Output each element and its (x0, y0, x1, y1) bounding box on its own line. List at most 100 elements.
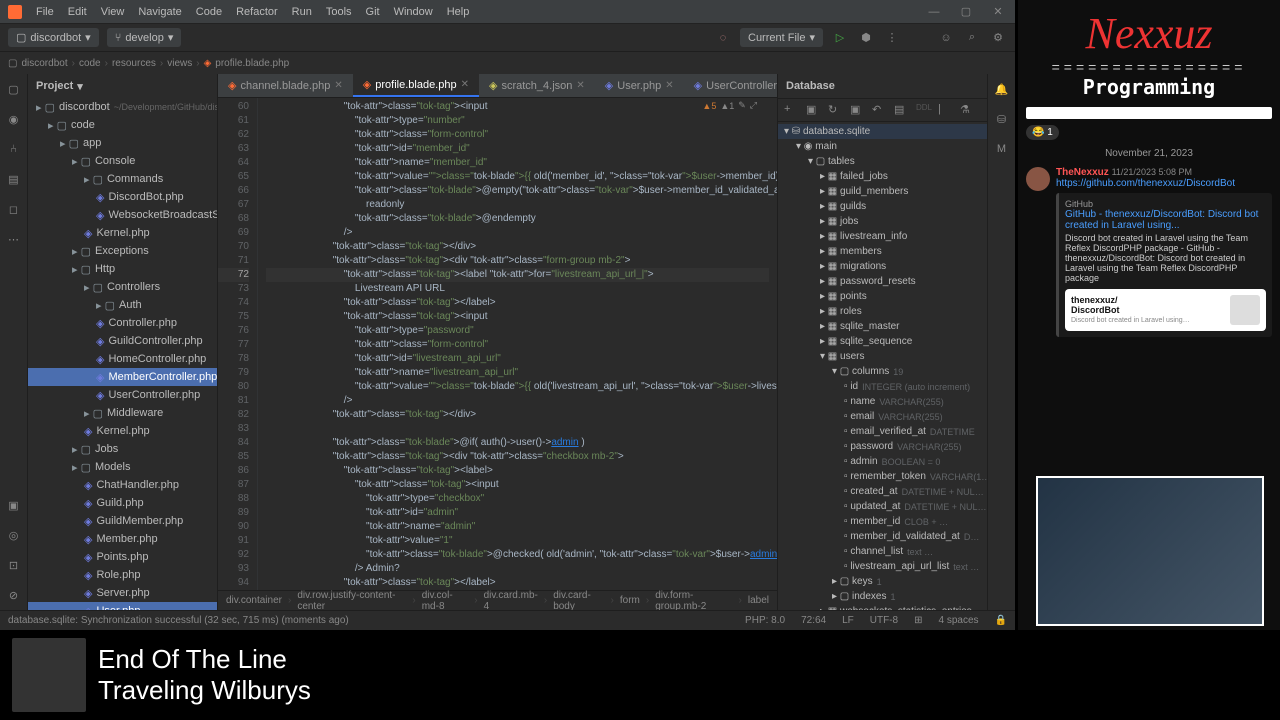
tree-item[interactable]: ◈Role.php (28, 566, 217, 584)
search-icon[interactable]: ⌕ (963, 29, 981, 47)
status-encoding[interactable]: UTF-8 (870, 615, 898, 626)
tree-item[interactable]: ▸ ▢Auth (28, 296, 217, 314)
add-datasource-icon[interactable]: + (784, 103, 798, 117)
tree-item[interactable]: ◈Points.php (28, 548, 217, 566)
db-tree-item[interactable]: ▸ ▦ password_resets (778, 274, 987, 289)
debug-icon[interactable]: ⬢ (857, 29, 875, 47)
typo-icon[interactable]: ✎ (738, 100, 746, 111)
bookmarks-icon[interactable]: ◻ (5, 200, 23, 218)
terminal-icon[interactable]: ▣ (5, 496, 23, 514)
pull-requests-icon[interactable]: ⑃ (5, 140, 23, 158)
tree-item[interactable]: ◈GuildController.php (28, 332, 217, 350)
stop-icon[interactable]: ▣ (850, 103, 864, 117)
project-selector[interactable]: ▢ discordbot ▾ (8, 28, 99, 47)
tree-item[interactable]: ◈UserController.php (28, 386, 217, 404)
db-tree-item[interactable]: ▫ passwordVARCHAR(255) (778, 439, 987, 454)
db-tree-item[interactable]: ▸ ▦ points (778, 289, 987, 304)
db-tree-item[interactable]: ▫ member_idCLOB + … (778, 514, 987, 529)
menu-window[interactable]: Window (394, 6, 433, 18)
db-tree-item[interactable]: ▸ ▦ jobs (778, 214, 987, 229)
revert-icon[interactable]: ↶ (872, 103, 886, 117)
notifications-icon[interactable]: 🔔 (993, 80, 1011, 98)
tree-item[interactable]: ◈DiscordBot.php (28, 188, 217, 206)
structure-icon[interactable]: ▤ (5, 170, 23, 188)
tree-item[interactable]: ▸ ▢Models (28, 458, 217, 476)
tab-close-icon[interactable]: ✕ (665, 80, 673, 91)
problems-icon[interactable]: ⊘ (5, 586, 23, 604)
tree-item[interactable]: ▸ ▢Jobs (28, 440, 217, 458)
menu-code[interactable]: Code (196, 6, 222, 18)
db-tree-item[interactable]: ▾ ⛁ database.sqlite (778, 124, 987, 139)
tree-item[interactable]: ▸ ▢Exceptions (28, 242, 217, 260)
warning-icon[interactable]: ▲5 (702, 101, 716, 111)
db-tree-item[interactable]: ▫ created_atDATETIME + NUL… (778, 484, 987, 499)
db-tree-item[interactable]: ▾ ▢ tables (778, 154, 987, 169)
db-tree-item[interactable]: ▫ idINTEGER (auto increment) (778, 379, 987, 394)
menu-help[interactable]: Help (447, 6, 470, 18)
minimize-icon[interactable]: — (925, 5, 943, 19)
run-config-selector[interactable]: Current File ▾ (740, 28, 823, 47)
duplicate-icon[interactable]: ▣ (806, 103, 820, 117)
tree-item[interactable]: ▸ ▢Http (28, 260, 217, 278)
editor-tab[interactable]: ◈scratch_4.json✕ (479, 74, 595, 97)
codewithme-icon[interactable]: ☺ (937, 29, 955, 47)
menu-file[interactable]: File (36, 6, 54, 18)
db-tree-item[interactable]: ▫ updated_atDATETIME + NUL… (778, 499, 987, 514)
tree-item[interactable]: ▸ ▢Console (28, 152, 217, 170)
db-tree-item[interactable]: ▸ ▢ keys1 (778, 574, 987, 589)
db-tree-item[interactable]: ▸ ▦ roles (778, 304, 987, 319)
db-tree-item[interactable]: ▫ nameVARCHAR(255) (778, 394, 987, 409)
menu-navigate[interactable]: Navigate (138, 6, 181, 18)
menu-tools[interactable]: Tools (326, 6, 352, 18)
tree-item[interactable]: ▸ ▢Commands (28, 170, 217, 188)
code-editor[interactable]: 6061626364656667686970717273747576777879… (218, 98, 777, 590)
editor-tab[interactable]: ◈User.php✕ (595, 74, 684, 97)
db-tree-item[interactable]: ▫ email_verified_atDATETIME (778, 424, 987, 439)
menu-edit[interactable]: Edit (68, 6, 87, 18)
vcs-icon[interactable]: ◎ (5, 526, 23, 544)
database-tree[interactable]: ▾ ⛁ database.sqlite▾ ◉ main▾ ▢ tables▸ ▦… (778, 122, 987, 610)
tree-item[interactable]: ▸ ▢code (28, 116, 217, 134)
project-panel-header[interactable]: Project ▾ (28, 74, 217, 98)
tree-item[interactable]: ◈Controller.php (28, 314, 217, 332)
tree-item[interactable]: ◈Member.php (28, 530, 217, 548)
db-tree-item[interactable]: ▫ livestream_api_url_listtext … (778, 559, 987, 574)
expand-icon[interactable]: ⤢ (750, 100, 757, 111)
project-tree[interactable]: ▸ ▢discordbot~/Development/GitHub/disco▸… (28, 98, 217, 610)
tree-item[interactable]: ▸ ▢discordbot~/Development/GitHub/disco (28, 98, 217, 116)
refresh-icon[interactable]: ↻ (828, 103, 842, 117)
database-panel-header[interactable]: Database (778, 74, 987, 98)
readonly-icon[interactable]: 🔒 (995, 615, 1007, 626)
status-php[interactable]: PHP: 8.0 (745, 615, 785, 626)
status-caret-pos[interactable]: 72:64 (801, 615, 826, 626)
tree-item[interactable]: ◈Kernel.php (28, 224, 217, 242)
tab-close-icon[interactable]: ✕ (461, 79, 469, 90)
tree-item[interactable]: ◈Kernel.php (28, 422, 217, 440)
weak-warning-icon[interactable]: ▲1 (720, 101, 734, 111)
db-tree-item[interactable]: ▫ adminBOOLEAN = 0 (778, 454, 987, 469)
editor-tab[interactable]: ◈channel.blade.php✕ (218, 74, 353, 97)
tree-item[interactable]: ◈WebsocketBroadcastServer (28, 206, 217, 224)
tab-close-icon[interactable]: ✕ (334, 80, 342, 91)
db-tree-item[interactable]: ▸ ▦ migrations (778, 259, 987, 274)
code-content[interactable]: "tok-attr">class="tok-tag"><input "tok-a… (258, 98, 777, 590)
editor-tab[interactable]: ◈UserController.php✕ (684, 74, 777, 97)
tree-item[interactable]: ▸ ▢app (28, 134, 217, 152)
status-line-sep[interactable]: LF (842, 615, 854, 626)
close-icon[interactable]: ✕ (989, 5, 1007, 19)
tree-item[interactable]: ◈GuildMember.php (28, 512, 217, 530)
db-tree-item[interactable]: ▸ ▦ guilds (778, 199, 987, 214)
tree-item[interactable]: ◈Guild.php (28, 494, 217, 512)
schema-icon[interactable]: ⊞ (914, 615, 922, 626)
tree-item[interactable]: ▸ ▢Controllers (28, 278, 217, 296)
more-tools-icon[interactable]: ⋯ (5, 230, 23, 248)
db-tree-item[interactable]: ▸ ▦ sqlite_sequence (778, 334, 987, 349)
menu-view[interactable]: View (101, 6, 125, 18)
editor-inspection-widgets[interactable]: ▲5 ▲1 ✎ ⤢ (702, 100, 757, 111)
status-indent[interactable]: 4 spaces (939, 615, 979, 626)
services-icon[interactable]: ⊡ (5, 556, 23, 574)
project-tool-icon[interactable]: ▢ (5, 80, 23, 98)
tree-item[interactable]: ◈User.php (28, 602, 217, 610)
menu-refactor[interactable]: Refactor (236, 6, 278, 18)
menu-git[interactable]: Git (366, 6, 380, 18)
